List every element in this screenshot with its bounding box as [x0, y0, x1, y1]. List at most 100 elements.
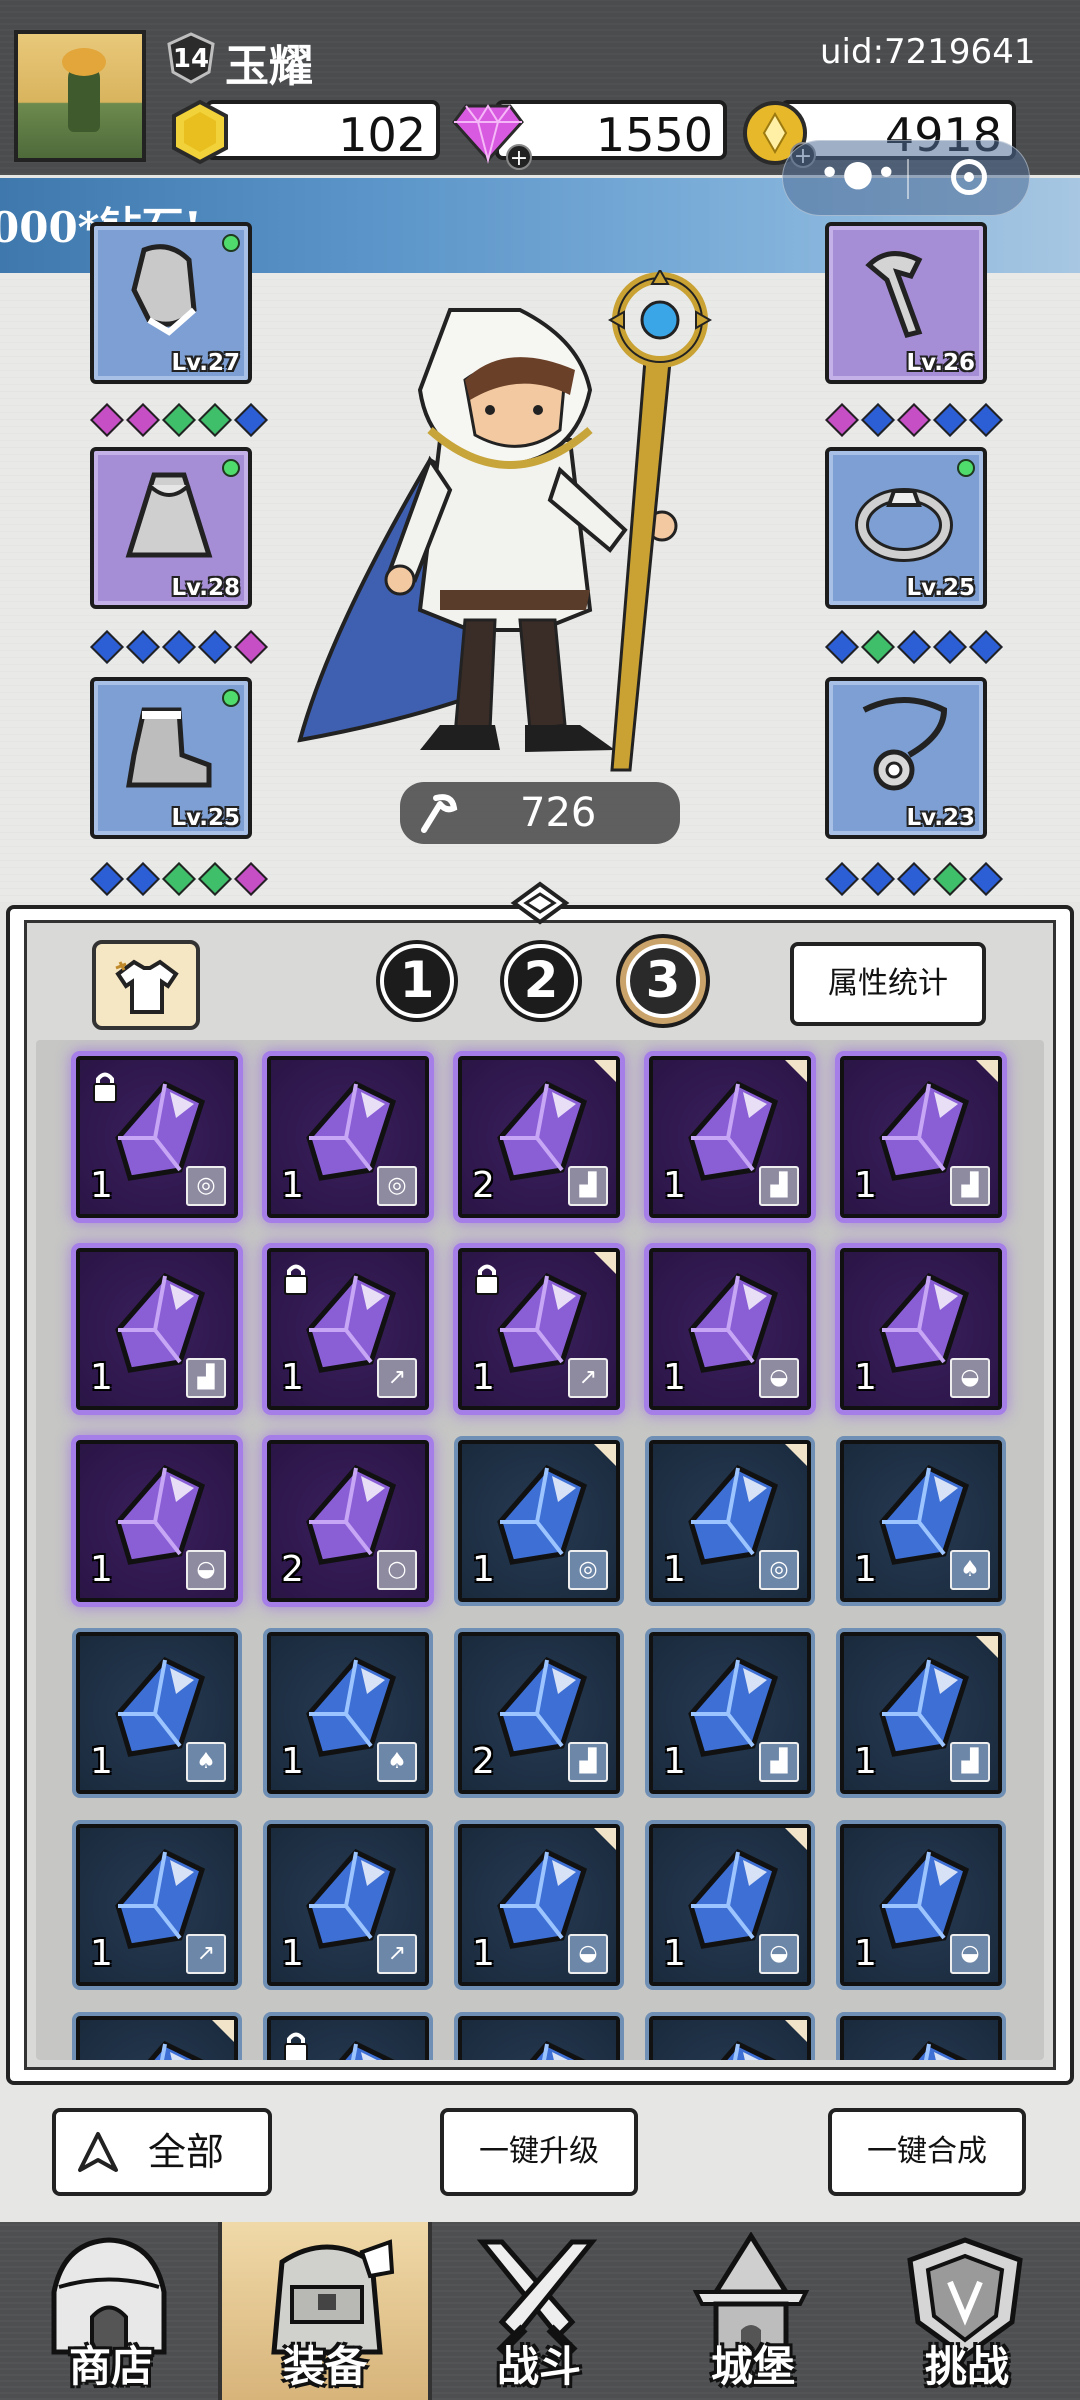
- add-diamond-button[interactable]: +: [506, 144, 532, 171]
- inventory-item[interactable]: 1 ◒: [649, 1824, 811, 1986]
- inventory-item[interactable]: [458, 2016, 620, 2060]
- new-item-dot: [222, 234, 240, 252]
- inventory-item[interactable]: 1 ▟: [649, 1632, 811, 1794]
- inventory-item[interactable]: 1 ♠: [76, 1632, 238, 1794]
- gem-icon: [198, 630, 232, 664]
- equip-slot-ring[interactable]: Lv.25: [825, 447, 987, 609]
- inventory-item[interactable]: 1 ↗: [76, 1824, 238, 1986]
- tab-3[interactable]: 3: [626, 944, 700, 1018]
- equip-slot-helmet[interactable]: Lv.27: [90, 222, 252, 384]
- hero-character[interactable]: [290, 270, 790, 790]
- new-item-dot: [957, 459, 975, 477]
- inventory-item[interactable]: 2 ○: [267, 1440, 429, 1602]
- item-count: 1: [90, 1741, 113, 1782]
- item-count: 1: [281, 1165, 304, 1206]
- gem-row: [90, 630, 268, 664]
- item-count: 2: [472, 1165, 495, 1206]
- inventory-item[interactable]: 1 ◒: [649, 1248, 811, 1410]
- crystal-icon: [529, 2040, 586, 2060]
- gem-icon: [162, 862, 196, 896]
- item-count: 1: [90, 1357, 113, 1398]
- new-item-dot: [222, 689, 240, 707]
- inventory-item[interactable]: 1 ◒: [458, 1824, 620, 1986]
- item-count: 1: [90, 1165, 113, 1206]
- triangle-filter-icon: [78, 2132, 118, 2172]
- inventory-item[interactable]: [649, 2016, 811, 2060]
- gem-icon: [897, 403, 931, 437]
- item-count: 1: [663, 1165, 686, 1206]
- staff-slot-icon: ↗: [377, 1358, 417, 1398]
- inventory-item[interactable]: 1 ♠: [840, 1440, 1002, 1602]
- inventory-item[interactable]: 1 ▟: [840, 1056, 1002, 1218]
- inventory-item[interactable]: 1 ♠: [267, 1632, 429, 1794]
- panel-ornament-icon: [510, 881, 570, 925]
- inventory-item[interactable]: 1 ◎: [267, 1056, 429, 1218]
- tab-2[interactable]: 2: [504, 944, 578, 1018]
- inventory-item[interactable]: 1 ↗: [267, 1824, 429, 1986]
- inventory-item[interactable]: 1 ↗: [458, 1248, 620, 1410]
- nav-label-shop: 商店: [68, 2342, 153, 2391]
- equip-level: Lv.25: [906, 575, 975, 601]
- equip-slot-cloak[interactable]: Lv.28: [90, 447, 252, 609]
- inventory-item[interactable]: [267, 2016, 429, 2060]
- lock-icon: [281, 1262, 311, 1300]
- gem-icon: [234, 630, 268, 664]
- equip-slot-boots[interactable]: Lv.25: [90, 677, 252, 839]
- equip-slot-necklace[interactable]: Lv.23: [825, 677, 987, 839]
- nav-battle[interactable]: 战斗: [432, 2222, 646, 2400]
- boot-slot-icon: ▟: [759, 1742, 799, 1782]
- gem-icon: [969, 403, 1003, 437]
- inventory-item[interactable]: 1 ◒: [76, 1440, 238, 1602]
- inventory-item[interactable]: [76, 2016, 238, 2060]
- nav-castle[interactable]: 城堡: [646, 2222, 860, 2400]
- gem-row: [825, 862, 1003, 896]
- merge-all-button[interactable]: 一键合成: [828, 2108, 1026, 2196]
- hat-slot-icon: ◒: [186, 1550, 226, 1590]
- filter-all-button[interactable]: 全部: [52, 2108, 272, 2196]
- new-corner-marker: [785, 1444, 807, 1466]
- nav-equipment[interactable]: 装备: [218, 2222, 432, 2400]
- gem-icon: [90, 630, 124, 664]
- avatar[interactable]: [14, 30, 146, 162]
- new-corner-marker: [976, 1060, 998, 1082]
- inventory-item[interactable]: [840, 2016, 1002, 2060]
- inventory-item[interactable]: 1 ◒: [840, 1824, 1002, 1986]
- gem-row: [825, 630, 1003, 664]
- equip-slot-weapon[interactable]: Lv.26: [825, 222, 987, 384]
- tab-1[interactable]: 1: [380, 944, 454, 1018]
- gem-icon: [825, 403, 859, 437]
- boot-slot-icon: ▟: [950, 1742, 990, 1782]
- item-count: 1: [281, 1933, 304, 1974]
- attribute-stats-button[interactable]: 属性统计: [790, 942, 986, 1026]
- gem-icon: [861, 630, 895, 664]
- new-corner-marker: [594, 1252, 616, 1274]
- inventory-item[interactable]: 1 ▟: [649, 1056, 811, 1218]
- inventory-item[interactable]: 1 ◒: [840, 1248, 1002, 1410]
- nav-shop[interactable]: 商店: [4, 2222, 218, 2400]
- gem-icon: [162, 403, 196, 437]
- inventory-item[interactable]: 1 ▟: [76, 1248, 238, 1410]
- inventory-item[interactable]: 1 ◎: [76, 1056, 238, 1218]
- boot-slot-icon: ▟: [568, 1166, 608, 1206]
- crystal-icon: [720, 2040, 777, 2060]
- inventory-item[interactable]: 1 ↗: [267, 1248, 429, 1410]
- inventory-item[interactable]: 1 ◎: [649, 1440, 811, 1602]
- upgrade-all-button[interactable]: 一键升级: [440, 2108, 638, 2196]
- gem-icon: [234, 403, 268, 437]
- gem-row: [90, 862, 268, 896]
- gem-icon: [126, 862, 160, 896]
- inventory-item[interactable]: 2 ▟: [458, 1056, 620, 1218]
- ring-slot-icon: ◎: [377, 1166, 417, 1206]
- hat-slot-icon: ◒: [950, 1358, 990, 1398]
- gem-icon: [234, 862, 268, 896]
- nav-challenge[interactable]: 挑战: [860, 2222, 1074, 2400]
- staff-slot-icon: ↗: [568, 1358, 608, 1398]
- gem-icon: [897, 862, 931, 896]
- fashion-button[interactable]: [92, 940, 200, 1030]
- item-count: 1: [663, 1549, 686, 1590]
- inventory-item[interactable]: 2 ▟: [458, 1632, 620, 1794]
- crystal-icon: [147, 2040, 204, 2060]
- inventory-item[interactable]: 1 ▟: [840, 1632, 1002, 1794]
- gem-row: [90, 403, 268, 437]
- inventory-item[interactable]: 1 ◎: [458, 1440, 620, 1602]
